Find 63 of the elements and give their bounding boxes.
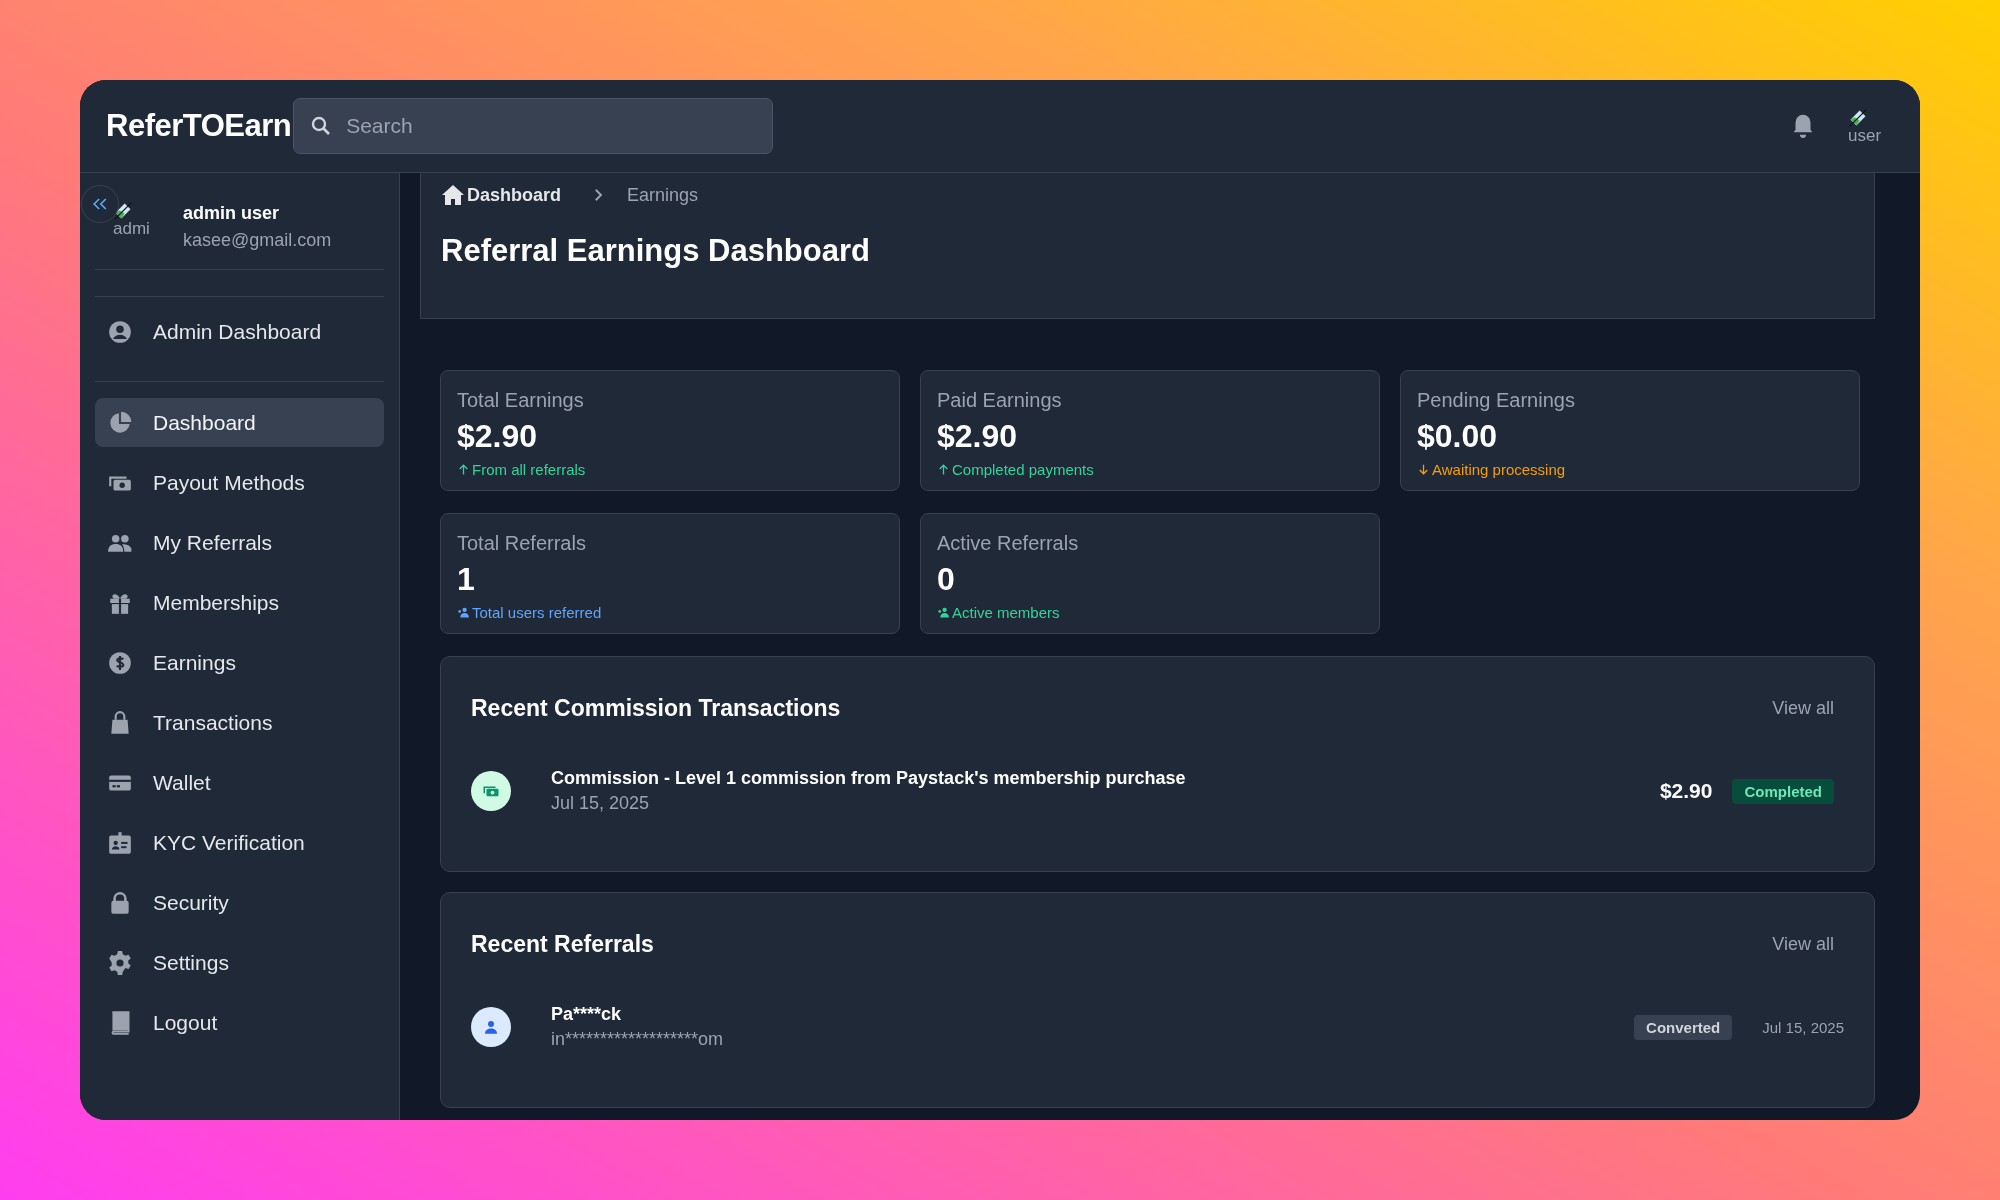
view-all-link[interactable]: View all — [1772, 934, 1834, 955]
sidebar-item[interactable]: Earnings — [95, 638, 384, 687]
sidebar-item[interactable]: Transactions — [95, 698, 384, 747]
stat-value: $2.90 — [457, 418, 539, 455]
arrow-down-icon — [1417, 463, 1430, 476]
status-badge: Completed — [1732, 778, 1834, 804]
sidebar-item[interactable]: Dashboard — [95, 398, 384, 447]
stat-label: Paid Earnings — [937, 389, 1063, 412]
sidebar-item[interactable]: Admin Dashboard — [95, 307, 384, 356]
user-icon — [482, 1018, 500, 1036]
sidebar-item[interactable]: KYC Verification — [95, 818, 384, 867]
users-icon — [937, 606, 950, 619]
stat-label: Active Referrals — [937, 532, 1080, 555]
referral-email: in*******************om — [551, 1029, 725, 1050]
stat-note: From all referrals — [457, 461, 883, 478]
stat-note: Awaiting processing — [1417, 461, 1843, 478]
user-circle-icon — [107, 318, 133, 345]
stat-value: 1 — [457, 561, 476, 598]
sidebar-item[interactable]: Settings — [95, 938, 384, 987]
transaction-date: Jul 15, 2025 — [551, 793, 651, 814]
stat-label: Total Earnings — [457, 389, 585, 412]
stat-value: $2.90 — [937, 418, 1019, 455]
sidebar-item[interactable]: Security — [95, 878, 384, 927]
stat-label: Total Referrals — [457, 532, 587, 555]
dollar-circle-icon — [107, 649, 133, 676]
users-icon — [457, 606, 470, 619]
status-badge: Converted — [1634, 1014, 1733, 1040]
stat-value: $0.00 — [1417, 418, 1499, 455]
sidebar-item[interactable]: Memberships — [95, 578, 384, 627]
image-alt-text: user — [1848, 128, 1882, 144]
broken-image-icon — [113, 201, 133, 221]
stat-value: 0 — [937, 561, 956, 598]
sidebar-item[interactable]: My Referrals — [95, 518, 384, 567]
transaction-amount: $2.90 — [1659, 779, 1713, 803]
page-title: Referral Earnings Dashboard — [441, 233, 871, 269]
stat-label: Pending Earnings — [1417, 389, 1576, 412]
user-name: admin user — [183, 203, 281, 224]
id-card-icon — [107, 829, 133, 856]
transaction-description: Commission - Level 1 commission from Paystack's membership purchase — [551, 768, 1187, 789]
app-logo[interactable]: ReferTOEarn — [106, 108, 292, 144]
sidebar-item[interactable]: Logout — [95, 998, 384, 1047]
pie-chart-icon — [107, 409, 133, 436]
referral-date: Jul 15, 2025 — [1762, 1018, 1844, 1036]
sidebar-item[interactable]: Wallet — [95, 758, 384, 807]
breadcrumb-link[interactable]: Earnings — [627, 184, 699, 206]
settings-icon — [107, 949, 133, 976]
stat-note: Active members — [937, 604, 1363, 621]
sidebar-item[interactable]: Payout Methods — [95, 458, 384, 507]
collapse-button[interactable] — [81, 185, 119, 223]
panel-title: Recent Referrals — [471, 931, 654, 958]
view-all-link[interactable]: View all — [1772, 698, 1834, 719]
referral-name: Pa****ck — [551, 1004, 623, 1025]
arrow-up-icon — [937, 463, 950, 476]
broken-image-icon — [1848, 108, 1868, 128]
home-icon — [441, 183, 465, 207]
breadcrumb-link[interactable]: Dashboard — [441, 183, 562, 207]
panel-title: Recent Commission Transactions — [471, 695, 841, 722]
search-field[interactable]: Search — [293, 98, 774, 154]
stat-note: Completed payments — [937, 461, 1363, 478]
user-email: kasee@gmail.com — [183, 230, 332, 251]
arrow-up-icon — [457, 463, 470, 476]
image-alt-text: admi — [113, 221, 150, 237]
stat-note: Total users referred — [457, 604, 883, 621]
